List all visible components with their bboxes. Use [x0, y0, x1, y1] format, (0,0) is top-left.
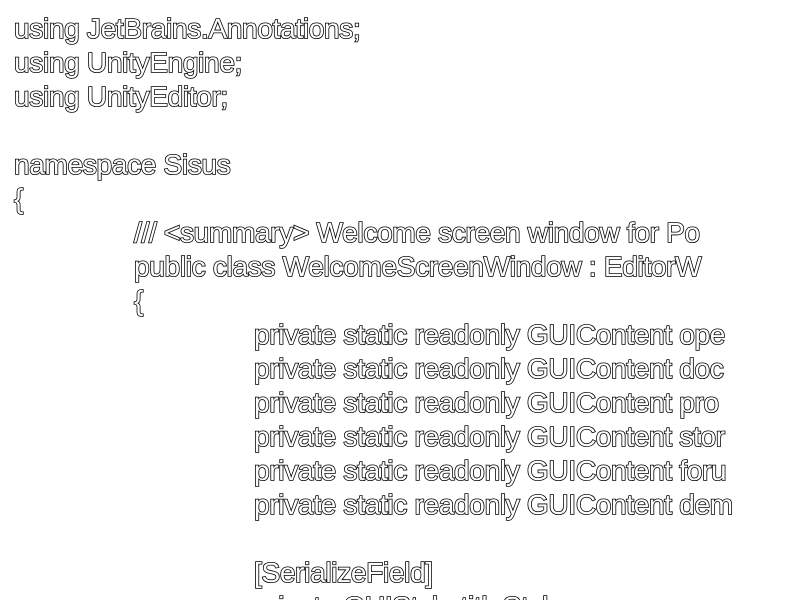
code-line-2: using UnityEngine;: [13, 46, 243, 79]
code-line-12: private static readonly GUIContent pro: [253, 386, 720, 419]
code-line-5: namespace Sisus: [13, 148, 231, 181]
code-editor-view[interactable]: using JetBrains.Annotations; using Unity…: [0, 0, 800, 600]
code-line-9: {: [133, 284, 144, 317]
code-line-17: [SerializeField]: [253, 556, 434, 589]
code-line-14: private static readonly GUIContent foru: [253, 454, 727, 487]
code-line-6: {: [13, 182, 24, 215]
code-line-7: /// <summary> Welcome screen window for …: [133, 216, 701, 249]
code-line-3: using UnityEditor;: [13, 80, 229, 113]
code-line-1: using JetBrains.Annotations;: [13, 12, 361, 45]
code-line-10: private static readonly GUIContent ope: [253, 318, 726, 351]
code-line-11: private static readonly GUIContent doc: [253, 352, 724, 385]
code-line-8: public class WelcomeScreenWindow : Edito…: [133, 250, 702, 283]
code-line-18: private GUIStyle titleStyle;: [253, 590, 572, 600]
code-line-15: private static readonly GUIContent dem: [253, 488, 734, 521]
code-line-13: private static readonly GUIContent stor: [253, 420, 726, 453]
